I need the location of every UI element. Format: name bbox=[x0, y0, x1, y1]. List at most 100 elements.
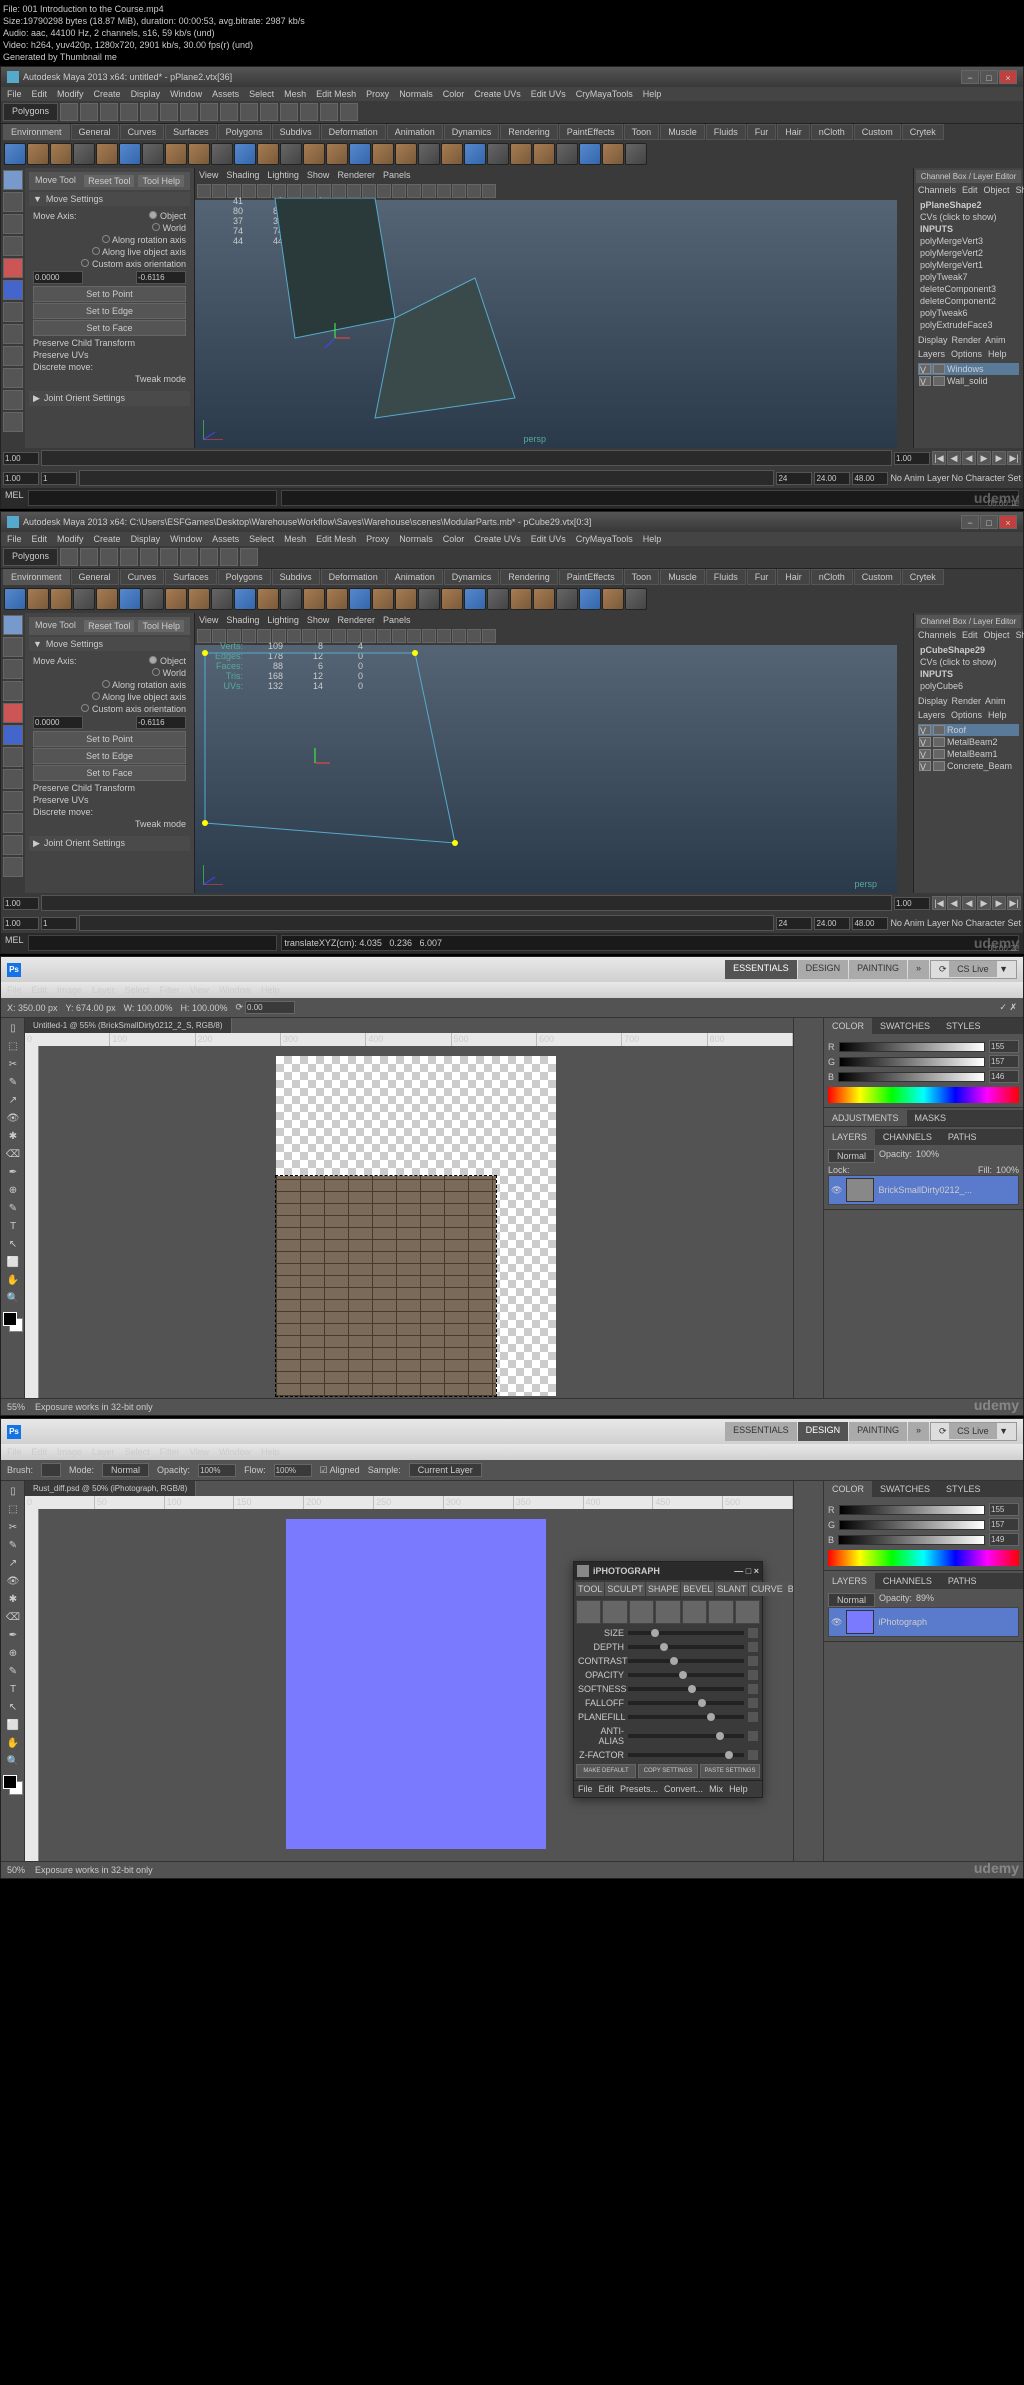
menu-item[interactable]: Help bbox=[643, 89, 662, 99]
zoom-level[interactable]: 55% bbox=[7, 1402, 25, 1412]
range-end[interactable] bbox=[814, 917, 850, 930]
ph-tab[interactable]: CURVE bbox=[749, 1582, 784, 1596]
shelf-icon[interactable] bbox=[395, 588, 417, 610]
input-node[interactable]: polyMergeVert2 bbox=[918, 247, 1019, 259]
prev-icon[interactable]: ◀ bbox=[947, 451, 961, 465]
lasso-tool-icon[interactable] bbox=[3, 192, 23, 212]
visibility-icon[interactable]: 👁 bbox=[831, 1185, 842, 1196]
opt-angle[interactable] bbox=[245, 1001, 295, 1014]
workspace-more[interactable]: » bbox=[908, 960, 929, 979]
shelf-icon[interactable] bbox=[556, 588, 578, 610]
shelf-tab[interactable]: Custom bbox=[854, 569, 901, 585]
prev-icon[interactable]: ◀ bbox=[947, 896, 961, 910]
ps-tool-icon[interactable]: ✱ bbox=[3, 1128, 23, 1146]
vp-menu-item[interactable]: Renderer bbox=[337, 170, 375, 180]
set-to-face-button[interactable]: Set to Face bbox=[33, 765, 186, 781]
manip-tool-icon[interactable] bbox=[3, 747, 23, 767]
g-slider[interactable] bbox=[839, 1520, 985, 1530]
swatches-tab[interactable]: SWATCHES bbox=[872, 1481, 938, 1497]
ph-menu-item[interactable]: File bbox=[578, 1784, 593, 1794]
panel-close-icon[interactable]: — □ × bbox=[734, 1566, 759, 1576]
toolbar-icon[interactable] bbox=[80, 103, 98, 121]
workspace-painting[interactable]: PAINTING bbox=[849, 960, 907, 979]
soft-tool-icon[interactable] bbox=[3, 324, 23, 344]
ph-mode-icon[interactable] bbox=[655, 1600, 680, 1624]
b-slider[interactable] bbox=[838, 1072, 985, 1082]
shelf-icon[interactable] bbox=[510, 143, 532, 165]
vp-icon[interactable] bbox=[437, 184, 451, 198]
shelf-icon[interactable] bbox=[27, 588, 49, 610]
ps-tool-icon[interactable]: T bbox=[3, 1681, 23, 1699]
cb-menu-item[interactable]: Object bbox=[984, 185, 1010, 195]
menu-item[interactable]: Image bbox=[57, 985, 82, 995]
toolbar-icon[interactable] bbox=[180, 103, 198, 121]
toolbar-icon[interactable] bbox=[200, 548, 218, 566]
shelf-icon[interactable] bbox=[533, 143, 555, 165]
ps-tool-icon[interactable]: ✒ bbox=[3, 1627, 23, 1645]
input-node[interactable]: deleteComponent3 bbox=[918, 283, 1019, 295]
layer-tab[interactable]: Display bbox=[918, 696, 948, 706]
brick-texture-layer[interactable] bbox=[276, 1176, 496, 1396]
ph-menu-item[interactable]: Help bbox=[729, 1784, 748, 1794]
vp-icon[interactable] bbox=[377, 629, 391, 643]
ps-tool-icon[interactable]: ✂ bbox=[3, 1519, 23, 1537]
cslive-button[interactable]: ⟳ CS Live ▼ bbox=[930, 1422, 1017, 1441]
menu-item[interactable]: Edit UVs bbox=[531, 534, 566, 544]
menu-item[interactable]: Filter bbox=[160, 985, 180, 995]
cslive-button[interactable]: ⟳ CS Live ▼ bbox=[930, 960, 1017, 979]
axis-custom-radio[interactable] bbox=[81, 704, 89, 712]
time-track[interactable] bbox=[41, 895, 892, 911]
char-set-dropdown[interactable]: No Character Set bbox=[951, 918, 1021, 928]
ps-tool-icon[interactable]: ↖ bbox=[3, 1699, 23, 1717]
display-layer[interactable]: VRoof bbox=[918, 724, 1019, 736]
shelf-icon[interactable] bbox=[142, 143, 164, 165]
shelf-tab[interactable]: Animation bbox=[387, 569, 443, 585]
axis-input-a[interactable] bbox=[33, 716, 83, 729]
menu-item[interactable]: Layer bbox=[92, 985, 115, 995]
lock-icon[interactable] bbox=[748, 1712, 758, 1722]
ph-button[interactable]: MAKE DEFAULT bbox=[576, 1764, 636, 1778]
layout-icon[interactable] bbox=[3, 390, 23, 410]
r-value[interactable] bbox=[989, 1503, 1019, 1516]
ps-tool-icon[interactable]: ⊕ bbox=[3, 1182, 23, 1200]
channels-tab[interactable]: CHANNELS bbox=[875, 1129, 940, 1145]
menu-item[interactable]: CryMayaTools bbox=[576, 89, 633, 99]
ps-tool-icon[interactable]: ⊕ bbox=[3, 1645, 23, 1663]
menu-item[interactable]: Modify bbox=[57, 534, 84, 544]
menu-item[interactable]: Select bbox=[249, 89, 274, 99]
anim-layer-dropdown[interactable]: No Anim Layer bbox=[890, 473, 949, 483]
range-start[interactable] bbox=[3, 917, 39, 930]
axis-object-radio[interactable] bbox=[149, 656, 157, 664]
menu-item[interactable]: Select bbox=[125, 1447, 150, 1457]
ps-tool-icon[interactable]: 👁 bbox=[3, 1573, 23, 1591]
shelf-icon[interactable] bbox=[441, 588, 463, 610]
shelf-icon[interactable] bbox=[349, 588, 371, 610]
input-node[interactable]: polyMergeVert3 bbox=[918, 235, 1019, 247]
layer-thumbnail[interactable] bbox=[846, 1178, 874, 1202]
collapsed-panels[interactable] bbox=[793, 1018, 823, 1398]
reset-tool-button[interactable]: Reset Tool bbox=[84, 175, 134, 187]
shelf-icon[interactable] bbox=[165, 588, 187, 610]
shelf-icon[interactable] bbox=[418, 588, 440, 610]
shelf-icon[interactable] bbox=[27, 143, 49, 165]
ph-tab[interactable]: SCULPT bbox=[605, 1582, 645, 1596]
menu-item[interactable]: File bbox=[7, 534, 22, 544]
ps-tool-icon[interactable]: T bbox=[3, 1218, 23, 1236]
end-icon[interactable]: ▶| bbox=[1007, 451, 1021, 465]
ps-tool-icon[interactable]: ✎ bbox=[3, 1200, 23, 1218]
vp-icon[interactable] bbox=[332, 184, 346, 198]
workspace-essentials[interactable]: ESSENTIALS bbox=[725, 1422, 797, 1441]
menu-item[interactable]: Edit bbox=[32, 1447, 48, 1457]
vp-icon[interactable] bbox=[437, 629, 451, 643]
shelf-icon[interactable] bbox=[119, 143, 141, 165]
toolbar-icon[interactable] bbox=[340, 103, 358, 121]
shelf-icon[interactable] bbox=[303, 143, 325, 165]
layout-icon[interactable] bbox=[3, 346, 23, 366]
move-tool-icon[interactable] bbox=[3, 681, 23, 701]
ph-slider-track[interactable] bbox=[628, 1715, 744, 1719]
axis-input-b[interactable] bbox=[136, 271, 186, 284]
tl-end-input[interactable] bbox=[894, 897, 930, 910]
axis-live-radio[interactable] bbox=[92, 692, 100, 700]
ph-menu-item[interactable]: Presets... bbox=[620, 1784, 658, 1794]
shelf-tab[interactable]: Hair bbox=[777, 124, 810, 140]
